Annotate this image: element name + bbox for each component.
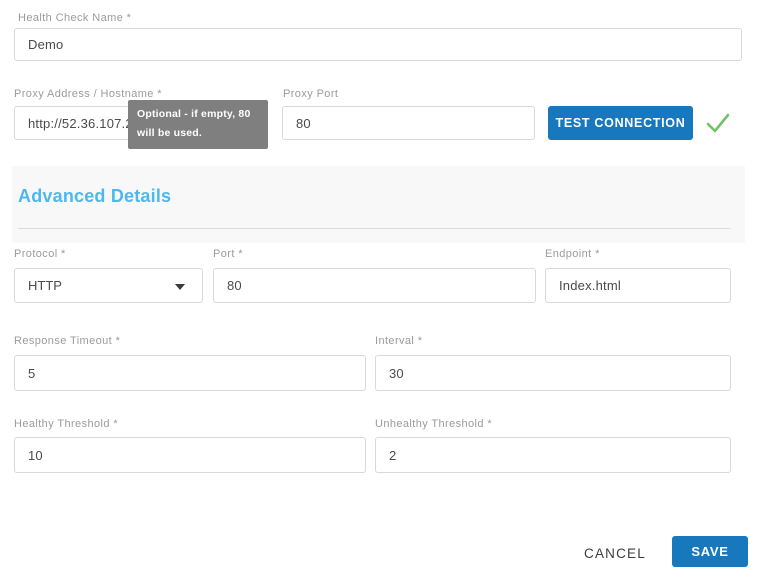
proxy-port-tooltip: Optional - if empty, 80 will be used.: [128, 100, 268, 149]
proxy-address-label: Proxy Address / Hostname *: [14, 88, 162, 100]
port-label: Port *: [213, 248, 243, 260]
interval-label: Interval *: [375, 335, 422, 347]
chevron-down-icon: [175, 284, 185, 290]
endpoint-input[interactable]: [545, 268, 731, 303]
save-button[interactable]: SAVE: [672, 536, 748, 567]
protocol-select[interactable]: HTTP: [14, 268, 203, 303]
unhealthy-threshold-label: Unhealthy Threshold *: [375, 418, 492, 430]
healthy-threshold-input[interactable]: [14, 437, 366, 473]
healthy-threshold-label: Healthy Threshold *: [14, 418, 118, 430]
cancel-button[interactable]: CANCEL: [578, 542, 652, 565]
proxy-port-label: Proxy Port: [283, 88, 338, 100]
section-divider: [18, 228, 731, 229]
health-check-name-label: Health Check Name *: [18, 12, 131, 24]
endpoint-label: Endpoint *: [545, 248, 600, 260]
response-timeout-input[interactable]: [14, 355, 366, 391]
advanced-details-heading: Advanced Details: [18, 186, 171, 207]
interval-input[interactable]: [375, 355, 731, 391]
proxy-port-input[interactable]: [282, 106, 535, 140]
health-check-name-input[interactable]: [14, 28, 742, 61]
unhealthy-threshold-input[interactable]: [375, 437, 731, 473]
success-checkmark-icon: [705, 110, 731, 136]
protocol-selected-value: HTTP: [28, 278, 62, 293]
protocol-label: Protocol *: [14, 248, 66, 260]
health-check-form: Health Check Name * Proxy Address / Host…: [0, 0, 768, 580]
test-connection-button[interactable]: TEST CONNECTION: [548, 106, 693, 140]
response-timeout-label: Response Timeout *: [14, 335, 120, 347]
port-input[interactable]: [213, 268, 536, 303]
